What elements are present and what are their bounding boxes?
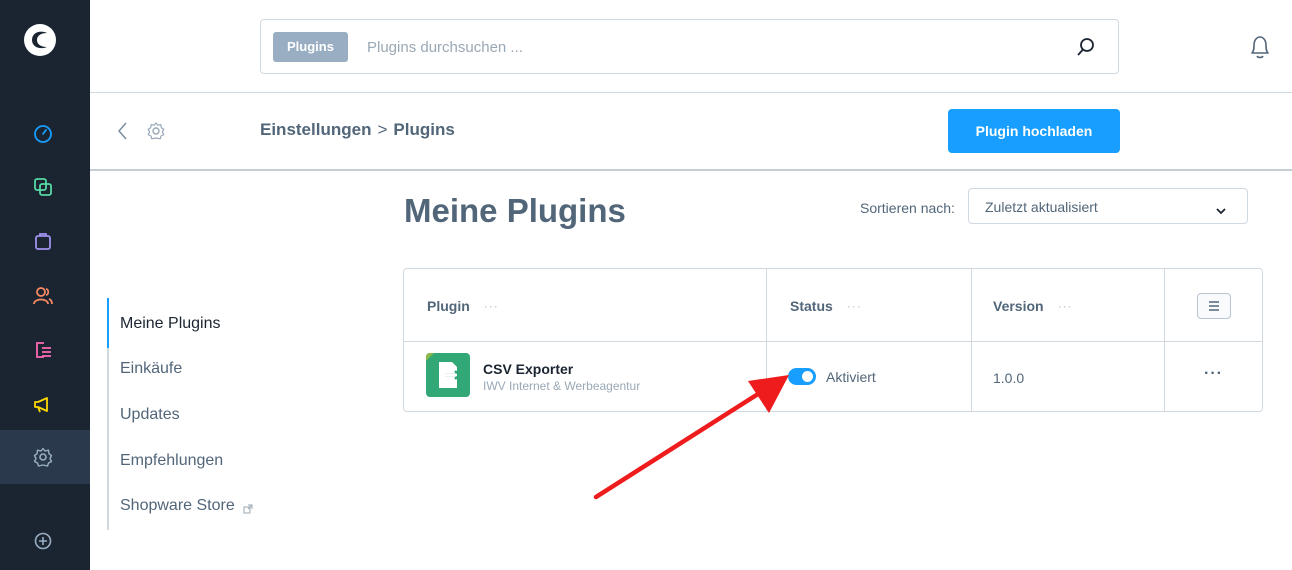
side-nav-active-indicator [107,298,109,348]
customers-icon[interactable] [33,286,53,306]
sidenav-item-label: Shopware Store [120,497,235,514]
row-actions-menu[interactable]: ··· [1204,365,1223,383]
sidenav-item-updates[interactable]: Updates [120,406,180,424]
column-header-plugin[interactable]: Plugin ··· [427,269,499,342]
content-icon[interactable] [33,340,53,360]
marketing-icon[interactable] [33,394,53,414]
column-header-label: Status [790,297,833,314]
breadcrumb-parent[interactable]: Einstellungen [260,120,371,139]
settings-icon[interactable] [33,447,53,467]
sidenav-item-meine-plugins[interactable]: Meine Plugins [120,315,221,333]
page-title: Meine Plugins [404,192,626,229]
add-icon[interactable] [33,531,53,551]
search-input[interactable] [367,32,1047,62]
header-row-divider [404,341,1262,342]
orders-icon[interactable] [33,231,53,251]
chevron-down-icon [1215,202,1227,215]
sidenav-item-einkaeufe[interactable]: Einkäufe [120,360,182,378]
column-menu-dots[interactable]: ··· [484,299,499,313]
smartbar-divider [90,169,1292,171]
toggle-knob [802,371,813,382]
sidenav-item-shopware-store[interactable]: Shopware Store [120,497,253,515]
upload-plugin-button[interactable]: Plugin hochladen [948,109,1120,153]
column-divider [766,269,767,411]
column-menu-dots[interactable]: ··· [847,299,862,313]
search-icon[interactable] [1076,36,1096,58]
plugin-version: 1.0.0 [993,370,1025,386]
plugin-status: Aktiviert [826,369,876,385]
breadcrumb-current: Plugins [393,120,455,139]
column-divider [971,269,972,411]
plugin-author: IWV Internet & Werbeagentur [483,379,641,393]
breadcrumb: Einstellungen > Plugins [260,120,455,140]
search-type-badge[interactable]: Plugins [273,32,348,62]
plugin-table: Plugin ··· Status ··· Version ··· CSV Expor… [403,268,1263,412]
plugin-icon [426,353,470,397]
shopware-logo-icon[interactable] [23,23,57,57]
global-search-bar: Plugins [260,19,1119,74]
column-settings-button[interactable] [1197,293,1231,319]
sort-label: Sortieren nach: [860,200,955,216]
sidenav-item-empfehlungen[interactable]: Empfehlungen [120,452,223,470]
column-header-version[interactable]: Version ··· [993,269,1073,342]
plugin-active-toggle[interactable] [788,368,816,385]
notification-bell-icon[interactable] [1248,34,1272,62]
column-divider [1164,269,1165,411]
column-header-label: Plugin [427,297,470,314]
sort-select[interactable]: Zuletzt aktualisiert [968,188,1248,224]
sort-selected-value: Zuletzt aktualisiert [985,199,1098,215]
settings-module-icon [146,121,166,141]
header-divider [90,92,1292,93]
column-menu-dots[interactable]: ··· [1058,299,1073,313]
dashboard-icon[interactable] [33,124,53,144]
plugin-name: CSV Exporter [483,361,574,377]
catalog-icon[interactable] [33,177,53,197]
column-header-status[interactable]: Status ··· [790,269,862,342]
breadcrumb-separator: > [377,120,388,139]
admin-menu [0,0,90,570]
external-link-icon [243,501,253,514]
column-header-label: Version [993,297,1044,314]
back-arrow-icon[interactable] [116,121,128,141]
